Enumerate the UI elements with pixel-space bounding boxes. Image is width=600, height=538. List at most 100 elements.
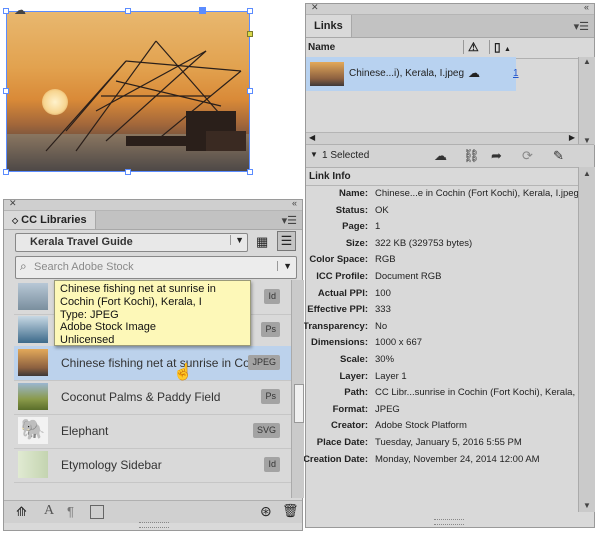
link-info-row: Path: CC Libr...sunrise in Cochin (Fort K… — [306, 387, 580, 403]
handle-br[interactable] — [247, 169, 253, 175]
collapse-panel-icon[interactable]: « — [292, 198, 297, 208]
search-input[interactable]: Search Adobe Stock — [34, 261, 134, 273]
links-vscrollbar[interactable]: ▲ ▼ — [578, 57, 595, 145]
expand-info-icon[interactable]: ▼ — [310, 150, 318, 159]
link-info-row: Transparency: No — [303, 320, 576, 337]
library-item-type-badge: Id — [264, 457, 280, 472]
scroll-up-icon[interactable]: ▲ — [583, 169, 591, 178]
handle-tr[interactable] — [199, 7, 206, 14]
handle-bl[interactable] — [3, 169, 9, 175]
library-item-name: Elephant — [61, 424, 109, 438]
creative-cloud-icon[interactable]: ⊛ — [260, 503, 272, 520]
libraries-bottom-toolbar: ⟰ A ¶ ⊛ 🗑 — [4, 500, 302, 523]
add-character-style-icon[interactable]: A — [44, 503, 54, 519]
search-icon: ⌕ — [20, 259, 27, 273]
update-icon[interactable]: ⟳ — [522, 148, 533, 164]
goto-link-icon[interactable]: ➦ — [491, 148, 502, 164]
library-item[interactable]: Coconut Palms & Paddy Field Ps — [14, 380, 292, 415]
tab-links-label: Links — [314, 20, 343, 32]
resize-grip[interactable] — [139, 522, 169, 528]
library-item-thumbnail — [18, 316, 48, 343]
tooltip-line: Unlicensed — [60, 334, 115, 347]
cloud-icon: ☁ — [468, 66, 480, 80]
link-info-row: Size: 322 KB (329753 bytes) — [306, 238, 576, 254]
link-info-key: Status: — [335, 204, 368, 216]
handle-tl[interactable] — [3, 8, 9, 14]
library-item-type-badge: SVG — [252, 423, 280, 438]
info-vscrollbar[interactable]: ▲ ▼ — [578, 167, 595, 512]
scroll-up-icon[interactable]: ▲ — [583, 57, 591, 66]
link-info-key: Scale: — [340, 354, 368, 365]
scroll-right-icon[interactable]: ▶ — [569, 133, 575, 142]
links-column-header: Name ⚠ ▯ ▲ — [306, 38, 594, 59]
collapse-panel-icon[interactable]: « — [584, 2, 589, 12]
link-info-value: JPEG — [375, 403, 400, 415]
link-info-row: Effective PPI: 333 — [306, 304, 576, 320]
link-item-row[interactable]: Chinese...i), Kerala, I.jpeg ☁ — [306, 57, 516, 91]
link-icon[interactable]: ⛓ — [463, 148, 480, 164]
tooltip-line: Chinese fishing net at sunrise in — [60, 283, 216, 295]
close-panel-icon[interactable]: ✕ — [311, 2, 319, 13]
trash-icon[interactable]: 🗑 — [282, 503, 299, 519]
panel-menu-icon[interactable]: ▾☰ — [574, 20, 589, 33]
scroll-left-icon[interactable]: ◀ — [309, 133, 315, 142]
tooltip-line: Type: JPEG — [60, 308, 119, 321]
scroll-thumb[interactable] — [294, 384, 304, 423]
link-info-key: Actual PPI: — [317, 287, 368, 299]
link-info-row: Scale: 30% — [306, 354, 576, 370]
panel-topbar: ✕ « — [4, 198, 302, 211]
link-info-key: Place Date: — [316, 437, 368, 448]
libraries-tabrow: ◇ CC Libraries ▾☰ — [4, 211, 302, 230]
close-panel-icon[interactable]: ✕ — [9, 198, 17, 209]
link-info-row: Page: 1 — [306, 221, 576, 237]
column-name[interactable]: Name — [308, 42, 335, 53]
link-info-key: ICC Profile: — [316, 271, 368, 282]
links-tabrow: Links ▾☰ — [306, 15, 594, 38]
content-grabber[interactable] — [247, 31, 253, 37]
library-item[interactable]: Chinese fishing net at sunrise in Co... J… — [14, 346, 292, 381]
handle-bm[interactable] — [125, 169, 131, 175]
resize-grip[interactable] — [434, 519, 464, 525]
link-info-key: Layer: — [339, 370, 368, 382]
placed-image[interactable]: ☁ — [0, 0, 256, 178]
panel-menu-icon[interactable]: ▾☰ — [282, 214, 297, 227]
library-item[interactable]: 🐘 Elephant SVG — [14, 414, 292, 449]
link-info-value: No — [375, 320, 388, 332]
link-info-row: Dimensions: 1000 x 667 — [306, 337, 576, 353]
link-info-row: Layer: Layer 1 — [306, 371, 576, 387]
grid-view-icon[interactable]: ▦ — [256, 234, 268, 250]
library-item[interactable]: Etymology Sidebar Id — [14, 448, 292, 483]
link-info-header: Link Info — [306, 167, 578, 186]
link-info-key: Effective PPI: — [307, 304, 368, 316]
scroll-down-icon[interactable]: ▼ — [583, 501, 591, 510]
warning-icon[interactable]: ⚠ — [463, 40, 479, 54]
relink-cc-icon[interactable]: ☁ — [434, 148, 447, 164]
library-select[interactable]: Kerala Travel Guide ▼ — [15, 233, 248, 252]
tab-links[interactable]: Links — [306, 15, 352, 37]
add-color-icon[interactable] — [90, 505, 104, 519]
handle-tm[interactable] — [125, 8, 131, 14]
add-paragraph-style-icon[interactable]: ¶ — [67, 504, 74, 519]
selection-frame — [6, 11, 250, 172]
link-info-value: 322 KB (329753 bytes) — [375, 237, 473, 249]
link-thumbnail — [310, 62, 344, 86]
list-view-icon[interactable]: ☰ — [277, 231, 296, 251]
selected-count: 1 Selected — [322, 150, 370, 161]
tab-cc-libraries[interactable]: ◇ CC Libraries — [4, 211, 96, 229]
add-graphic-icon[interactable]: ⟰ — [16, 504, 27, 520]
link-info-row: Color Space: RGB — [306, 254, 576, 270]
handle-tr-corner[interactable] — [247, 8, 253, 14]
handle-mr[interactable] — [247, 88, 253, 94]
edit-icon[interactable]: ✎ — [553, 148, 564, 164]
chevron-down-icon[interactable]: ▼ — [277, 261, 292, 271]
handle-ml[interactable] — [3, 88, 9, 94]
libraries-vscrollbar[interactable] — [291, 280, 304, 498]
library-item-name: Chinese fishing net at sunrise in Co... — [61, 356, 260, 370]
link-page-number[interactable]: 1 — [513, 68, 519, 79]
stock-search[interactable]: ⌕ Search Adobe Stock ▼ — [15, 256, 297, 279]
cc-libraries-panel: ✕ « ◇ CC Libraries ▾☰ Kerala Travel Guide… — [3, 198, 304, 531]
link-info-key: Dimensions: — [310, 337, 368, 349]
page-icon[interactable]: ▯ ▲ — [489, 40, 511, 54]
link-info-value: 333 — [375, 304, 391, 316]
link-info-key: Color Space: — [309, 254, 368, 266]
